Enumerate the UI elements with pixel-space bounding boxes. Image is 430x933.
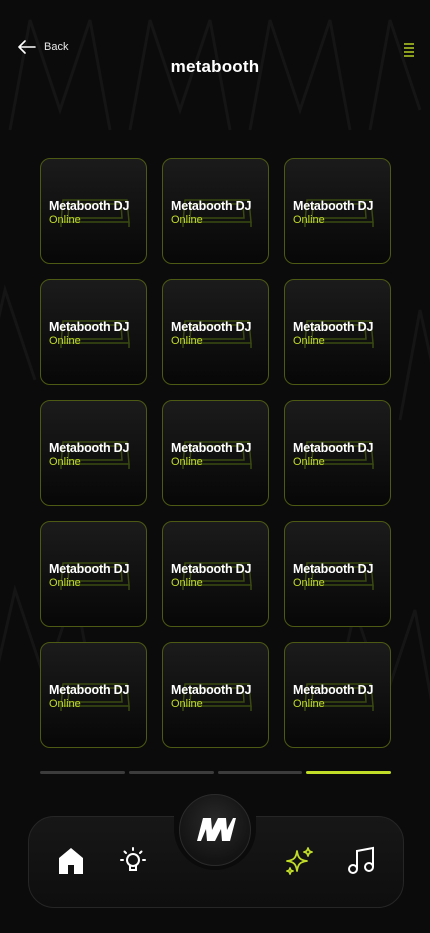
dj-card-title: Metabooth DJ [293, 199, 374, 213]
dj-card-status: Online [171, 577, 203, 589]
dj-card[interactable]: Metabooth DJ Online [162, 279, 269, 385]
center-home-button[interactable] [179, 794, 251, 866]
dj-card-status: Online [171, 214, 203, 226]
app-logo: metabooth [170, 57, 260, 76]
tab-home[interactable] [55, 845, 87, 877]
dj-card[interactable]: Metabooth DJ Online [40, 400, 147, 506]
music-note-icon [348, 846, 374, 874]
dj-card-title: Metabooth DJ [293, 441, 374, 455]
page-indicator-segment[interactable] [306, 771, 391, 774]
dj-card-title: Metabooth DJ [293, 562, 374, 576]
dj-card[interactable]: Metabooth DJ Online [284, 279, 391, 385]
header: Back metabooth [0, 0, 430, 100]
lightbulb-icon [120, 847, 146, 871]
dj-card-status: Online [171, 456, 203, 468]
dj-card[interactable]: Metabooth DJ Online [162, 158, 269, 264]
tab-music[interactable] [345, 845, 377, 877]
dj-card[interactable]: Metabooth DJ Online [40, 521, 147, 627]
dj-card-title: Metabooth DJ [49, 320, 130, 334]
dj-card-status: Online [171, 698, 203, 710]
dj-card-title: Metabooth DJ [171, 683, 252, 697]
dj-card-title: Metabooth DJ [49, 683, 130, 697]
dj-card-status: Online [49, 214, 81, 226]
page-indicator-segment[interactable] [40, 771, 125, 774]
dj-card[interactable]: Metabooth DJ Online [162, 642, 269, 748]
back-label: Back [44, 41, 69, 53]
center-button-notch [174, 784, 256, 870]
dj-card[interactable]: Metabooth DJ Online [40, 158, 147, 264]
dj-card[interactable]: Metabooth DJ Online [162, 400, 269, 506]
dj-card-status: Online [293, 698, 325, 710]
menu-icon[interactable] [402, 42, 416, 58]
dj-card[interactable]: Metabooth DJ Online [284, 521, 391, 627]
dj-card-status: Online [293, 214, 325, 226]
dj-card-status: Online [49, 456, 81, 468]
dj-card-status: Online [49, 577, 81, 589]
page-indicator [40, 771, 391, 774]
page-indicator-segment[interactable] [217, 771, 303, 774]
dj-card-title: Metabooth DJ [49, 562, 130, 576]
dj-card[interactable]: Metabooth DJ Online [40, 279, 147, 385]
arrow-left-icon [18, 40, 36, 54]
dj-card[interactable]: Metabooth DJ Online [40, 642, 147, 748]
dj-card-status: Online [293, 335, 325, 347]
dj-card-status: Online [293, 456, 325, 468]
dj-card[interactable]: Metabooth DJ Online [162, 521, 269, 627]
tab-featured[interactable] [283, 845, 315, 877]
dj-card[interactable]: Metabooth DJ Online [284, 642, 391, 748]
dj-card[interactable]: Metabooth DJ Online [284, 400, 391, 506]
dj-card-title: Metabooth DJ [171, 441, 252, 455]
home-icon [59, 848, 83, 874]
dj-card-title: Metabooth DJ [171, 562, 252, 576]
dj-card-title: Metabooth DJ [171, 320, 252, 334]
dj-card-title: Metabooth DJ [171, 199, 252, 213]
dj-card-status: Online [293, 577, 325, 589]
dj-booth-grid: Metabooth DJ Online Metabooth DJ Online Meta… [40, 158, 391, 748]
tab-ideas[interactable] [117, 845, 149, 877]
sparkles-icon [286, 847, 313, 875]
metabooth-logo-icon [197, 818, 236, 841]
dj-card-title: Metabooth DJ [293, 683, 374, 697]
dj-card-status: Online [171, 335, 203, 347]
page-indicator-segment[interactable] [128, 771, 214, 774]
dj-card-title: Metabooth DJ [293, 320, 374, 334]
dj-card[interactable]: Metabooth DJ Online [284, 158, 391, 264]
dj-card-status: Online [49, 335, 81, 347]
dj-card-title: Metabooth DJ [49, 441, 130, 455]
back-button[interactable]: Back [18, 40, 68, 54]
dj-card-status: Online [49, 698, 81, 710]
dj-card-title: Metabooth DJ [49, 199, 130, 213]
